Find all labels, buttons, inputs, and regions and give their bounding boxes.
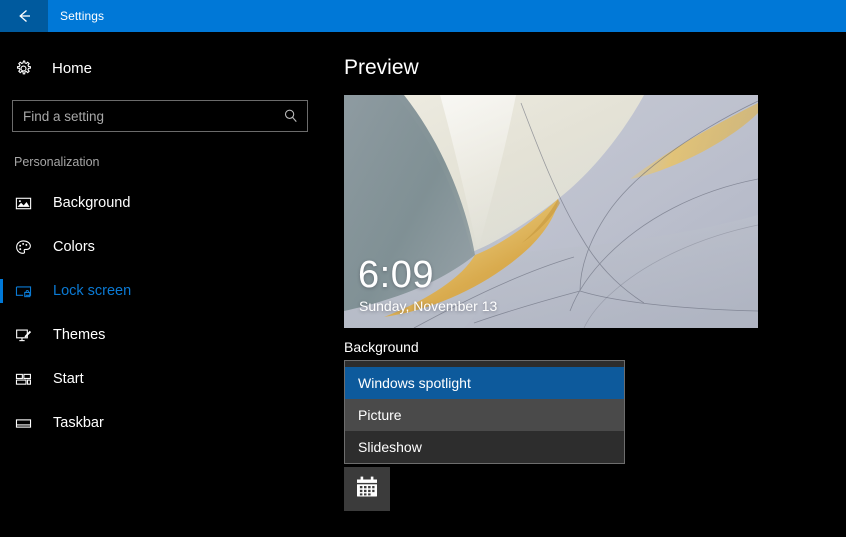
sidebar-item-label: Background — [53, 195, 131, 211]
sidebar-item-home[interactable]: Home — [0, 50, 330, 86]
dropdown-option-label: Slideshow — [358, 439, 422, 455]
page-title: Preview — [344, 56, 419, 79]
sidebar-item-colors[interactable]: Colors — [0, 225, 330, 269]
lock-screen-clock: 6:09 — [358, 254, 434, 296]
picture-icon — [14, 194, 44, 213]
lock-screen-icon — [14, 282, 44, 301]
calendar-app-tile[interactable] — [344, 467, 390, 511]
lock-screen-preview: 6:09 Sunday, November 13 — [344, 95, 758, 328]
selection-accent-bar — [0, 235, 3, 259]
home-label: Home — [52, 59, 93, 77]
background-dropdown-list[interactable]: Windows spotlight Picture Slideshow — [344, 360, 625, 464]
selection-accent-bar — [0, 367, 3, 391]
search-icon[interactable] — [283, 108, 299, 124]
window-title: Settings — [60, 9, 105, 23]
dropdown-option-label: Picture — [358, 407, 402, 423]
back-arrow-icon — [14, 6, 34, 26]
settings-window: Settings Home Pe — [0, 0, 846, 537]
sidebar-item-label: Lock screen — [53, 283, 132, 299]
calendar-icon — [354, 474, 380, 505]
back-button[interactable] — [0, 0, 48, 32]
taskbar-icon — [14, 414, 44, 433]
sidebar: Home Personalization — [0, 32, 330, 537]
search-input[interactable] — [23, 108, 283, 124]
sidebar-item-label: Taskbar — [53, 415, 104, 431]
sidebar-group-title: Personalization — [14, 155, 100, 169]
selection-accent-bar — [0, 279, 3, 303]
search-box[interactable] — [12, 100, 308, 132]
lock-screen-date: Sunday, November 13 — [359, 298, 498, 314]
palette-icon — [14, 238, 44, 257]
gear-icon — [14, 59, 44, 78]
selection-accent-bar — [0, 191, 3, 215]
main-pane: Preview 6:09 Sunday, November 13 Backgro… — [344, 32, 846, 537]
start-tiles-icon — [14, 370, 44, 389]
sidebar-item-label: Colors — [53, 239, 95, 255]
dropdown-option-windows-spotlight[interactable]: Windows spotlight — [345, 367, 624, 399]
selection-accent-bar — [0, 411, 3, 435]
dropdown-option-picture[interactable]: Picture — [345, 399, 624, 431]
title-bar: Settings — [0, 0, 846, 32]
dropdown-option-label: Windows spotlight — [358, 375, 471, 391]
background-section-label: Background — [344, 339, 419, 355]
sidebar-item-taskbar[interactable]: Taskbar — [0, 401, 330, 445]
selection-accent-bar — [0, 323, 3, 347]
sidebar-item-label: Start — [53, 371, 84, 387]
themes-brush-icon — [14, 326, 44, 345]
dropdown-option-slideshow[interactable]: Slideshow — [345, 431, 624, 463]
sidebar-item-label: Themes — [53, 327, 106, 343]
sidebar-item-start[interactable]: Start — [0, 357, 330, 401]
sidebar-nav-list: Background Colors Lock screen Themes Sta… — [0, 181, 330, 445]
sidebar-item-themes[interactable]: Themes — [0, 313, 330, 357]
sidebar-item-lock-screen[interactable]: Lock screen — [0, 269, 330, 313]
sidebar-item-background[interactable]: Background — [0, 181, 330, 225]
